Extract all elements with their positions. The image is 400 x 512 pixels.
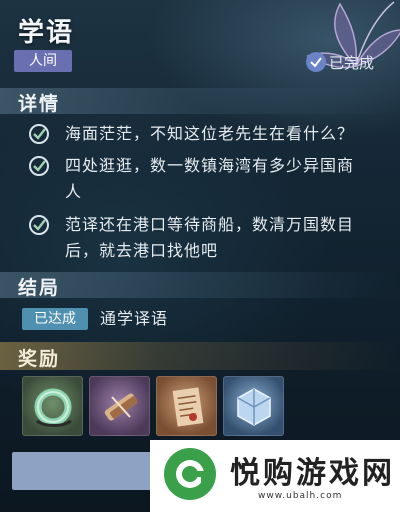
document-icon [172, 387, 204, 427]
objective-text: 范译还在港口等待商船，数清万国数目后，就去港口找他吧 [65, 215, 355, 260]
quest-tag: 人间 [14, 50, 72, 72]
crystal-cube-icon [237, 388, 271, 426]
details-header: 详情 [0, 88, 400, 115]
check-circle-icon [29, 156, 49, 176]
ending-header: 结局 [0, 272, 400, 299]
watermark: 悦购游戏网 www.ubalh.com [150, 440, 400, 512]
jade-bracelet-icon [34, 388, 72, 427]
objective-text: 四处逛逛，数一数镇海湾有多少异国商人 [65, 156, 355, 201]
achieved-badge: 已达成 [22, 308, 88, 330]
brand-logo-icon [164, 448, 216, 500]
reward-slot[interactable] [223, 376, 284, 436]
objective-item: 四处逛逛，数一数镇海湾有多少异国商人 [28, 153, 370, 205]
status-label: 已完成 [329, 53, 375, 72]
details-heading: 详情 [18, 93, 61, 115]
quest-title: 学语 [18, 18, 75, 48]
check-circle-icon [29, 215, 49, 235]
reward-slot[interactable] [22, 376, 83, 436]
status-completed: 已完成 [306, 51, 374, 73]
check-circle-icon [29, 124, 49, 144]
reward-slot[interactable] [156, 376, 217, 436]
rewards-header: 奖励 [0, 342, 400, 370]
watermark-url: www.ubalh.com [258, 491, 343, 501]
objective-text: 海面茫茫，不知这位老先生在看什么？ [65, 124, 355, 143]
scroll-bundle-icon [104, 393, 138, 421]
ending-heading: 结局 [18, 277, 61, 299]
check-circle-icon [306, 52, 326, 72]
quest-panel: 学语 人间 已完成 详情 海面茫茫，不知这位老先生在看什么？ 四处逛逛，数一数镇… [0, 0, 400, 512]
watermark-brand: 悦购游戏网 [230, 456, 395, 491]
objective-item: 海面茫茫，不知这位老先生在看什么？ [28, 121, 370, 147]
rewards-heading: 奖励 [18, 348, 61, 370]
reward-slot[interactable] [89, 376, 150, 436]
objective-item: 范译还在港口等待商船，数清万国数目后，就去港口找他吧 [28, 212, 370, 264]
rewards-row [22, 376, 284, 436]
ending-text: 通学译语 [100, 309, 169, 328]
